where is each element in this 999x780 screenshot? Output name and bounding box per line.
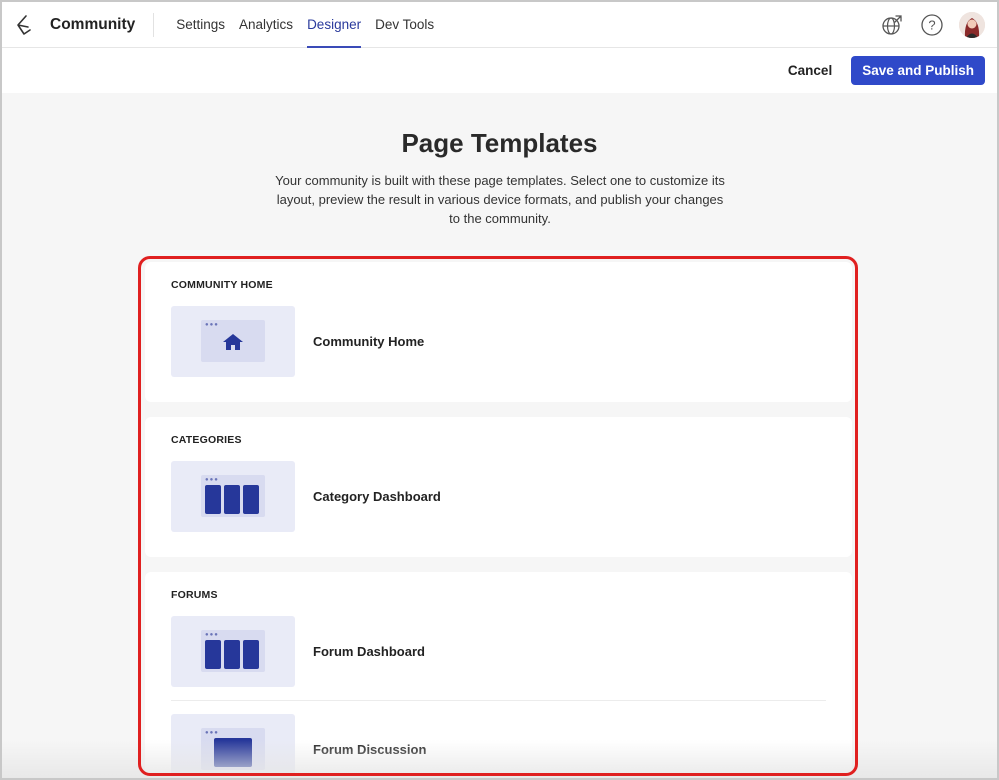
template-item-category-dashboard[interactable]: ●●● Category Dashboard <box>171 461 826 532</box>
section-card-forums: FORUMS ●●● Forum Dashboard ●●● Forum Dis… <box>145 572 852 774</box>
template-name: Forum Dashboard <box>313 644 425 659</box>
template-name: Category Dashboard <box>313 489 441 504</box>
template-name: Community Home <box>313 334 425 349</box>
user-avatar[interactable] <box>959 11 985 38</box>
template-item-forum-discussion[interactable]: ●●● Forum Discussion <box>171 714 826 774</box>
single-block-icon <box>214 738 252 767</box>
globe-external-icon[interactable] <box>879 12 905 38</box>
template-name: Forum Discussion <box>313 742 427 757</box>
template-item-community-home[interactable]: ●●● Community Home <box>171 306 826 377</box>
section-card-categories: CATEGORIES ●●● Category Dashboard <box>145 417 852 557</box>
window-dots-icon: ●●● <box>205 730 219 736</box>
thumbnail-screen: ●●● <box>201 630 265 672</box>
save-and-publish-button[interactable]: Save and Publish <box>851 56 985 85</box>
section-label: CATEGORIES <box>171 434 242 446</box>
template-thumbnail: ●●● <box>171 714 295 774</box>
thumbnail-screen: ●●● <box>201 320 265 362</box>
section-card-community-home: COMMUNITY HOME ●●● Community Home <box>145 262 852 402</box>
page-description: Your community is built with these page … <box>275 173 725 226</box>
nav-right-controls: ? <box>865 11 985 38</box>
tab-settings[interactable]: Settings <box>169 2 232 48</box>
thumbnail-screen: ●●● <box>201 475 265 517</box>
window-dots-icon: ●●● <box>205 477 219 483</box>
cancel-button[interactable]: Cancel <box>788 63 832 78</box>
tab-analytics[interactable]: Analytics <box>232 2 300 48</box>
action-bar: Cancel Save and Publish <box>2 48 997 93</box>
template-thumbnail: ●●● <box>171 461 295 532</box>
window-dots-icon: ●●● <box>205 322 219 328</box>
tab-designer[interactable]: Designer <box>300 2 368 48</box>
nav-tabs: Settings Analytics Designer Dev Tools <box>169 2 441 48</box>
window-dots-icon: ●●● <box>205 632 219 638</box>
template-item-forum-dashboard[interactable]: ●●● Forum Dashboard <box>171 616 826 687</box>
template-thumbnail: ●●● <box>171 616 295 687</box>
three-columns-icon <box>205 485 259 514</box>
section-label: FORUMS <box>171 589 218 601</box>
home-icon <box>223 334 243 350</box>
top-navigation: Community Settings Analytics Designer De… <box>2 2 997 48</box>
svg-text:?: ? <box>928 17 935 32</box>
template-thumbnail: ●●● <box>171 306 295 377</box>
row-divider <box>171 700 826 701</box>
section-label: COMMUNITY HOME <box>171 279 273 291</box>
three-columns-icon <box>205 640 259 669</box>
nav-divider <box>153 12 155 37</box>
app-title[interactable]: Community <box>50 16 135 34</box>
page-title: Page Templates <box>401 128 598 158</box>
logo-icon[interactable] <box>11 12 37 38</box>
template-sections: COMMUNITY HOME ●●● Community Home CATEGO… <box>145 262 852 774</box>
thumbnail-screen: ●●● <box>201 728 265 770</box>
help-icon[interactable]: ? <box>919 12 945 38</box>
tab-dev-tools[interactable]: Dev Tools <box>368 2 441 48</box>
